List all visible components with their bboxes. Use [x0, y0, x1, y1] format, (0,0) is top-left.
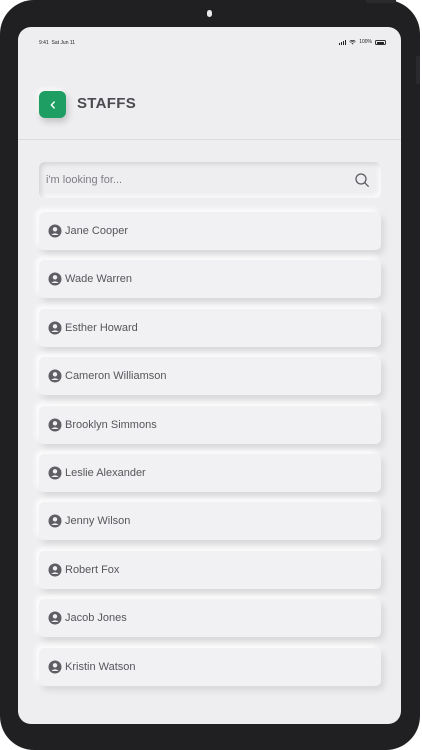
status-time-value: 9:41: [39, 40, 49, 46]
staff-list-item[interactable]: Brooklyn Simmons: [39, 405, 381, 444]
staff-name: Jenny Wilson: [65, 515, 131, 528]
staff-name: Jacob Jones: [65, 612, 127, 625]
staff-name: Esther Howard: [65, 321, 138, 334]
search-input[interactable]: [46, 162, 336, 198]
staff-list-item[interactable]: Jane Cooper: [39, 212, 381, 250]
staff-list: Jane Cooper Wade Warren Esther Howard Ca…: [39, 212, 381, 696]
status-date-value: Sat Jun 11: [51, 40, 76, 46]
staff-list-item[interactable]: Cameron Williamson: [39, 357, 381, 396]
status-time: 9:41 Sat Jun 11: [39, 40, 75, 46]
user-icon: [48, 660, 62, 674]
volume-button: [416, 56, 420, 84]
user-icon: [48, 369, 62, 383]
battery-icon: [375, 39, 386, 45]
staff-name: Brooklyn Simmons: [65, 418, 157, 431]
page-header: STAFFS: [18, 55, 401, 140]
chevron-left-icon: [50, 100, 55, 109]
user-icon: [48, 514, 62, 528]
back-button[interactable]: [39, 91, 66, 118]
battery-percent: 100%: [359, 39, 372, 45]
staff-name: Cameron Williamson: [65, 370, 167, 383]
page-title: STAFFS: [77, 95, 137, 112]
staff-list-item[interactable]: Robert Fox: [39, 550, 381, 589]
search-icon[interactable]: [354, 172, 370, 188]
staff-name: Robert Fox: [65, 563, 120, 576]
status-indicators: 100%: [339, 39, 386, 45]
search-bar: [39, 162, 381, 198]
staff-list-item[interactable]: Jenny Wilson: [39, 502, 381, 541]
user-icon: [48, 418, 62, 432]
screen: 9:41 Sat Jun 11 100% STAFFS i'm looking …: [18, 27, 401, 724]
staff-list-item[interactable]: Wade Warren: [39, 260, 381, 299]
cellular-signal-icon: [339, 39, 347, 45]
user-icon: [48, 611, 62, 625]
tablet-frame: 9:41 Sat Jun 11 100% STAFFS i'm looking …: [0, 0, 420, 750]
staff-list-item[interactable]: Esther Howard: [39, 308, 381, 347]
staff-name: Jane Cooper: [65, 225, 128, 237]
staff-name: Leslie Alexander: [65, 466, 146, 479]
user-icon: [48, 321, 62, 335]
user-icon: [48, 563, 62, 577]
staff-list-item[interactable]: Kristin Watson: [39, 647, 381, 686]
user-icon: [48, 272, 62, 286]
staff-list-item[interactable]: Jacob Jones: [39, 599, 381, 638]
power-button: [366, 0, 396, 3]
staff-name: Wade Warren: [65, 273, 133, 286]
user-icon: [48, 466, 62, 480]
status-bar: 9:41 Sat Jun 11 100%: [18, 27, 401, 55]
front-camera: [207, 10, 212, 17]
staff-name: Kristin Watson: [65, 660, 136, 673]
staff-list-item[interactable]: Leslie Alexander: [39, 453, 381, 492]
user-icon: [48, 224, 62, 238]
wifi-icon: [349, 39, 356, 44]
